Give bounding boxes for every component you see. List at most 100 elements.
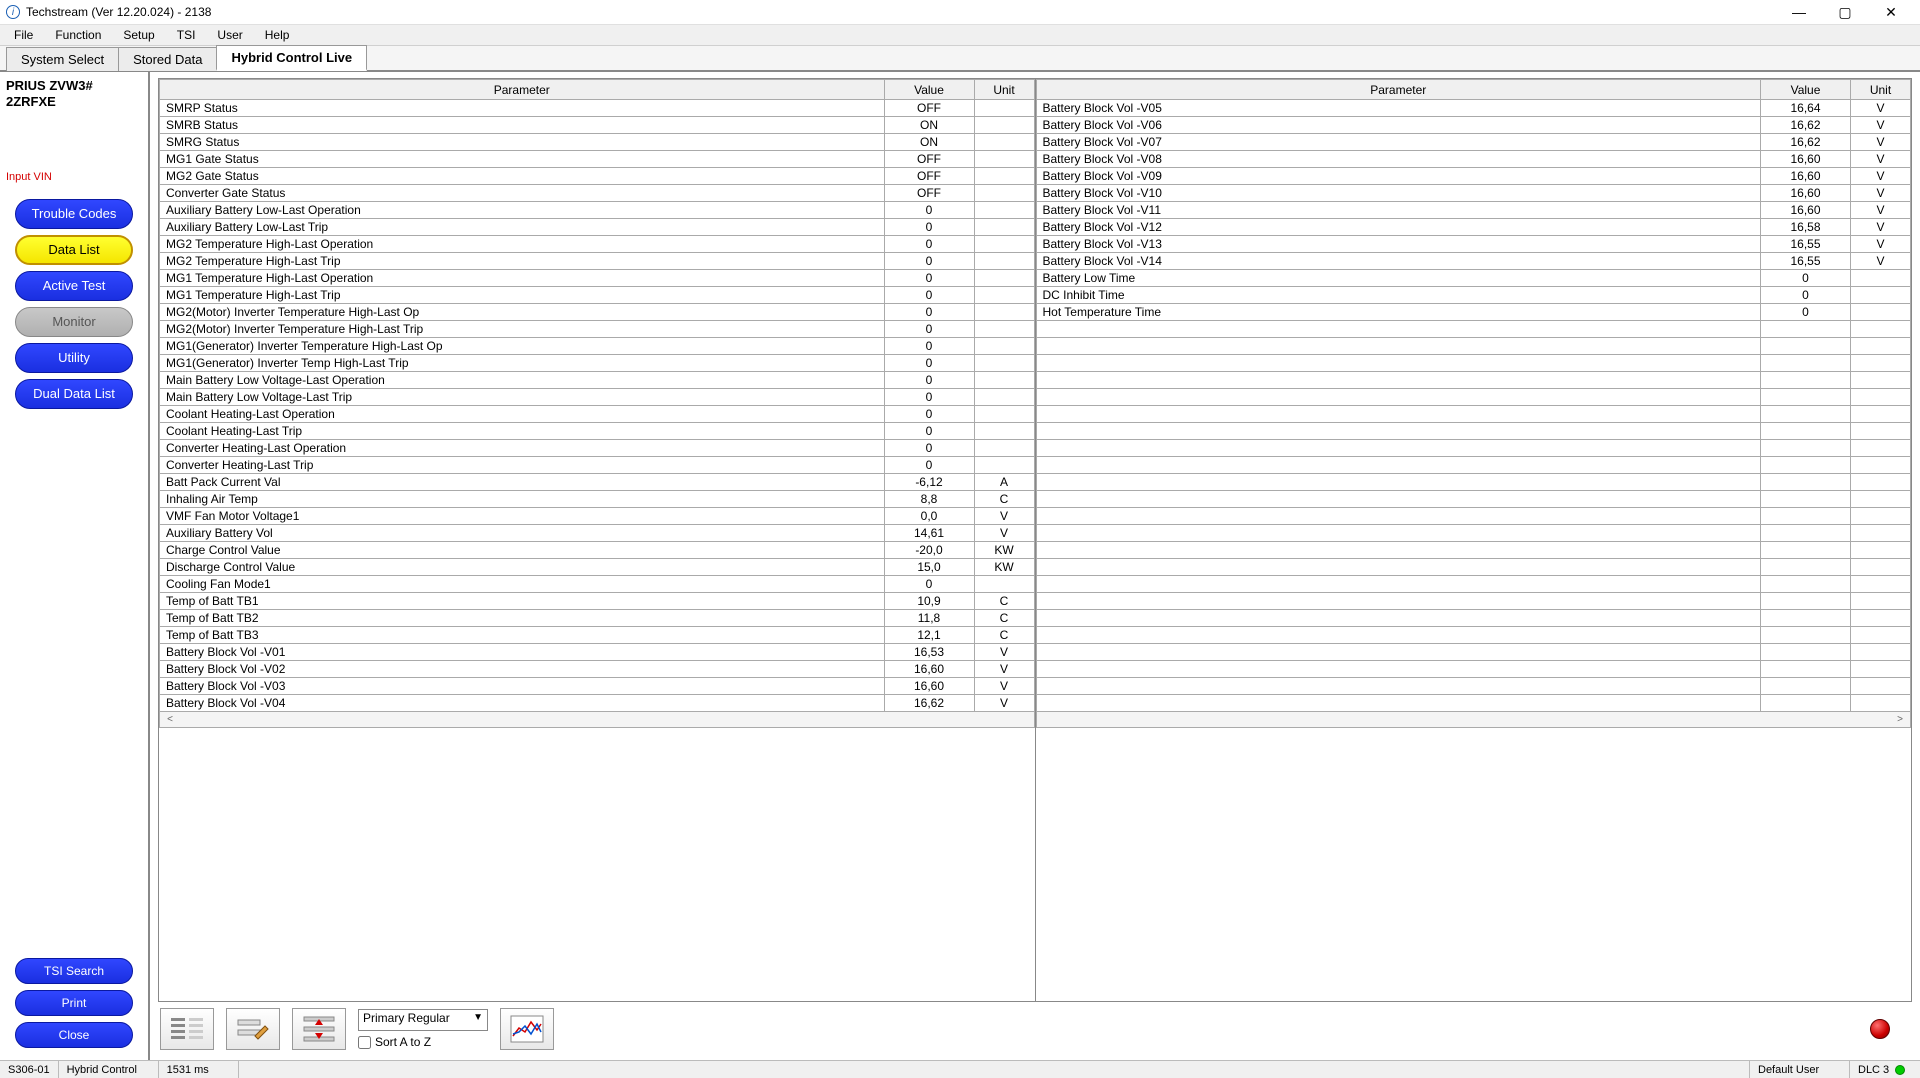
graph-button[interactable] — [500, 1008, 554, 1050]
table-row[interactable]: Battery Block Vol -V0116,53V — [160, 644, 1035, 661]
table-row[interactable]: Auxiliary Battery Vol14,61V — [160, 525, 1035, 542]
table-row[interactable]: Main Battery Low Voltage-Last Operation0 — [160, 372, 1035, 389]
table-row[interactable]: Battery Block Vol -V0716,62V — [1036, 134, 1911, 151]
table-row[interactable]: Battery Block Vol -V1116,60V — [1036, 202, 1911, 219]
side-data-list-button[interactable]: Data List — [15, 235, 133, 265]
maximize-button[interactable]: ▢ — [1822, 0, 1868, 24]
table-row[interactable]: Battery Block Vol -V0416,62V — [160, 695, 1035, 712]
table-row[interactable]: Charge Control Value-20,0KW — [160, 542, 1035, 559]
table-row[interactable]: MG1 Temperature High-Last Operation0 — [160, 270, 1035, 287]
vehicle-line1: PRIUS ZVW3# — [6, 78, 142, 94]
right-hscroll[interactable]: > — [1036, 712, 1912, 728]
data-table: Parameter Value Unit SMRP StatusOFFSMRB … — [158, 78, 1912, 1002]
table-row[interactable]: Hot Temperature Time0 — [1036, 304, 1911, 321]
side-trouble-codes-button[interactable]: Trouble Codes — [15, 199, 133, 229]
col-unit[interactable]: Unit — [974, 80, 1034, 100]
table-row[interactable]: Temp of Batt TB110,9C — [160, 593, 1035, 610]
table-row[interactable]: Battery Block Vol -V0516,64V — [1036, 100, 1911, 117]
table-row[interactable]: Temp of Batt TB312,1C — [160, 627, 1035, 644]
table-row[interactable]: Battery Block Vol -V0816,60V — [1036, 151, 1911, 168]
cell-value: 16,60 — [1761, 168, 1851, 185]
cell-value: 12,1 — [884, 627, 974, 644]
col-value[interactable]: Value — [884, 80, 974, 100]
table-row[interactable]: Battery Block Vol -V1216,58V — [1036, 219, 1911, 236]
menu-function[interactable]: Function — [45, 26, 111, 44]
table-row[interactable]: Inhaling Air Temp8,8C — [160, 491, 1035, 508]
tab-stored-data[interactable]: Stored Data — [118, 47, 217, 71]
close-window-button[interactable]: ✕ — [1868, 0, 1914, 24]
table-row[interactable]: SMRP StatusOFF — [160, 100, 1035, 117]
side-dual-data-list-button[interactable]: Dual Data List — [15, 379, 133, 409]
table-row[interactable]: MG1(Generator) Inverter Temperature High… — [160, 338, 1035, 355]
cell-value: OFF — [884, 100, 974, 117]
input-vin-link[interactable]: Input VIN — [6, 171, 142, 183]
table-row[interactable]: MG2 Gate StatusOFF — [160, 168, 1035, 185]
edit-selection-button[interactable] — [226, 1008, 280, 1050]
tab-system-select[interactable]: System Select — [6, 47, 119, 71]
minimize-button[interactable]: — — [1776, 0, 1822, 24]
menu-tsi[interactable]: TSI — [167, 26, 206, 44]
menu-user[interactable]: User — [207, 26, 252, 44]
table-row[interactable]: DC Inhibit Time0 — [1036, 287, 1911, 304]
sort-checkbox[interactable]: Sort A to Z — [358, 1035, 488, 1049]
table-row[interactable]: Converter Gate StatusOFF — [160, 185, 1035, 202]
table-row[interactable]: Battery Block Vol -V1316,55V — [1036, 236, 1911, 253]
table-row[interactable]: Discharge Control Value15,0KW — [160, 559, 1035, 576]
table-row[interactable]: Auxiliary Battery Low-Last Trip0 — [160, 219, 1035, 236]
table-row[interactable]: Temp of Batt TB211,8C — [160, 610, 1035, 627]
cell-param: Battery Block Vol -V01 — [160, 644, 885, 661]
sort-checkbox-input[interactable] — [358, 1036, 371, 1049]
menu-setup[interactable]: Setup — [113, 26, 164, 44]
side-tsi-search-button[interactable]: TSI Search — [15, 958, 133, 984]
table-row[interactable]: Battery Block Vol -V0616,62V — [1036, 117, 1911, 134]
list-view-button[interactable] — [160, 1008, 214, 1050]
side-active-test-button[interactable]: Active Test — [15, 271, 133, 301]
table-row[interactable]: Main Battery Low Voltage-Last Trip0 — [160, 389, 1035, 406]
col-parameter[interactable]: Parameter — [1036, 80, 1761, 100]
cell-unit — [974, 372, 1034, 389]
cell-value: 0 — [1761, 270, 1851, 287]
table-row[interactable]: MG2(Motor) Inverter Temperature High-Las… — [160, 304, 1035, 321]
table-row-empty — [1036, 389, 1911, 406]
col-unit[interactable]: Unit — [1851, 80, 1911, 100]
table-row[interactable]: SMRB StatusON — [160, 117, 1035, 134]
table-row[interactable]: MG1 Gate StatusOFF — [160, 151, 1035, 168]
table-row[interactable]: Battery Block Vol -V0216,60V — [160, 661, 1035, 678]
table-row[interactable]: Converter Heating-Last Operation0 — [160, 440, 1035, 457]
col-parameter[interactable]: Parameter — [160, 80, 885, 100]
table-row[interactable]: MG2 Temperature High-Last Trip0 — [160, 253, 1035, 270]
side-utility-button[interactable]: Utility — [15, 343, 133, 373]
side-print-button[interactable]: Print — [15, 990, 133, 1016]
side-close-button[interactable]: Close — [15, 1022, 133, 1048]
table-row[interactable]: MG1 Temperature High-Last Trip0 — [160, 287, 1035, 304]
table-row[interactable]: Battery Block Vol -V1016,60V — [1036, 185, 1911, 202]
left-hscroll[interactable]: < — [159, 712, 1035, 728]
table-row[interactable]: Cooling Fan Mode10 — [160, 576, 1035, 593]
tab-hybrid-control-live[interactable]: Hybrid Control Live — [216, 45, 367, 71]
table-row[interactable]: Battery Block Vol -V1416,55V — [1036, 253, 1911, 270]
cell-param: SMRB Status — [160, 117, 885, 134]
table-row[interactable]: Battery Block Vol -V0916,60V — [1036, 168, 1911, 185]
table-row[interactable]: MG1(Generator) Inverter Temp High-Last T… — [160, 355, 1035, 372]
table-row[interactable]: Coolant Heating-Last Operation0 — [160, 406, 1035, 423]
window-title: Techstream (Ver 12.20.024) - 2138 — [26, 5, 211, 19]
table-row[interactable]: Battery Low Time0 — [1036, 270, 1911, 287]
table-row[interactable]: SMRG StatusON — [160, 134, 1035, 151]
col-value[interactable]: Value — [1761, 80, 1851, 100]
table-row[interactable]: VMF Fan Motor Voltage10,0V — [160, 508, 1035, 525]
cell-value: 0 — [884, 270, 974, 287]
record-indicator[interactable] — [1870, 1019, 1890, 1039]
table-row[interactable]: MG2(Motor) Inverter Temperature High-Las… — [160, 321, 1035, 338]
menu-help[interactable]: Help — [255, 26, 300, 44]
table-row[interactable]: Auxiliary Battery Low-Last Operation0 — [160, 202, 1035, 219]
expand-rows-button[interactable] — [292, 1008, 346, 1050]
view-mode-select[interactable]: Primary Regular — [358, 1009, 488, 1031]
cell-param: Battery Block Vol -V05 — [1036, 100, 1761, 117]
table-row[interactable]: MG2 Temperature High-Last Operation0 — [160, 236, 1035, 253]
table-row[interactable]: Coolant Heating-Last Trip0 — [160, 423, 1035, 440]
table-row[interactable]: Battery Block Vol -V0316,60V — [160, 678, 1035, 695]
menu-file[interactable]: File — [4, 26, 43, 44]
side-monitor-button: Monitor — [15, 307, 133, 337]
table-row[interactable]: Batt Pack Current Val-6,12A — [160, 474, 1035, 491]
table-row[interactable]: Converter Heating-Last Trip0 — [160, 457, 1035, 474]
